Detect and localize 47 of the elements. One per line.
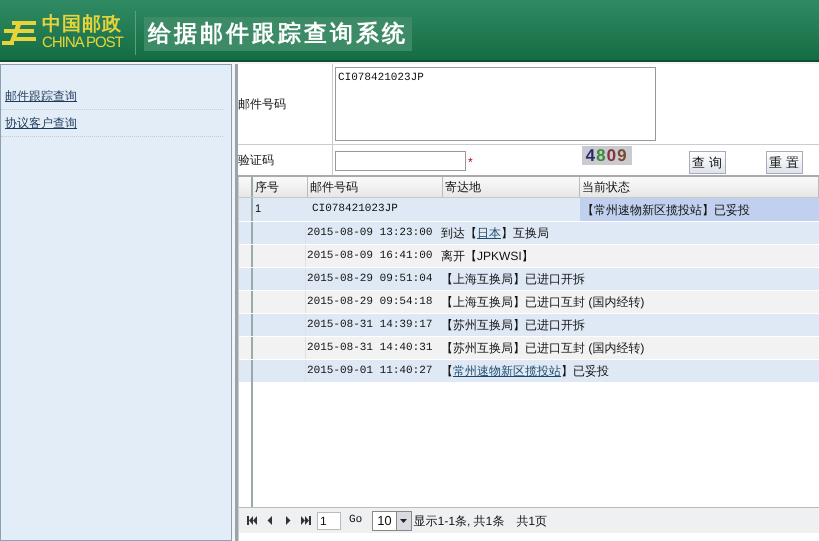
event-time: 2015-08-31 14:40:31 [306, 340, 434, 356]
column-header: 邮件号码 [308, 177, 443, 197]
table-cell-text: 1 [254, 202, 262, 218]
query-button[interactable]: 查 询 [688, 151, 726, 174]
event-description: 【上海互换局】已进口互封 (国内经转) [441, 294, 646, 311]
first-page-icon[interactable] [247, 516, 257, 525]
event-time: 2015-08-09 13:23:00 [306, 226, 434, 241]
required-mark: * [468, 154, 473, 171]
next-icon[interactable] [283, 516, 293, 525]
sidebar-link[interactable]: 协议客户查询 [5, 116, 77, 130]
location-link[interactable]: 常州速物新区揽投站 [453, 362, 561, 380]
event-description: 到达【日本】互换局 [441, 223, 550, 244]
captcha-label: 验证码 [238, 152, 274, 169]
record-summary: 显示1-1条, 共1条 [414, 512, 504, 530]
previous-icon[interactable] [265, 516, 275, 525]
event-description: 【苏州互换局】已进口开拆 [441, 317, 586, 334]
dropdown-icon [400, 518, 408, 522]
logo-english-text: CHINA POST [42, 34, 123, 50]
location-link[interactable]: 日本 [477, 224, 501, 242]
sidebar-link[interactable]: 邮件跟踪查询 [5, 89, 77, 103]
system-title: 给据邮件跟踪查询系统 [144, 16, 412, 52]
mail-number-label: 邮件号码 [238, 96, 286, 113]
page-number-field[interactable]: 1 [317, 512, 341, 530]
logo-chinese-text: 中国邮政 [42, 14, 123, 34]
event-time: 2015-08-09 16:41:00 [306, 248, 434, 264]
event-time: 2015-08-29 09:54:18 [306, 294, 434, 310]
event-description: 【上海互换局】已进口开拆 [441, 271, 586, 288]
status-cell: 【常州速物新区揽投站】已妥投 [580, 198, 819, 221]
column-header: 寄达地 [443, 177, 580, 197]
captcha-image: 4809 [582, 146, 632, 165]
table-cell-text: CI078421023JP [311, 202, 399, 218]
column-header: 当前状态 [580, 177, 819, 197]
mail-number-field[interactable]: CI078421023JP [335, 67, 656, 141]
page-size-select[interactable]: 10 [372, 510, 412, 530]
event-time: 2015-09-01 11:40:27 [306, 364, 434, 379]
event-time: 2015-08-29 09:51:04 [306, 272, 434, 287]
go-link[interactable]: Go [349, 512, 362, 529]
logo-icon [2, 19, 38, 47]
captcha-field[interactable] [335, 151, 466, 171]
event-time: 2015-08-31 14:39:17 [306, 318, 434, 333]
event-description: 【苏州互换局】已进口互封 (国内经转) [441, 340, 646, 357]
reset-button[interactable]: 重 置 [766, 151, 803, 174]
event-description: 离开【JPKWSI】 [441, 248, 535, 265]
event-description: 【常州速物新区揽投站】已妥投 [441, 361, 610, 382]
page-count: 共1页 [516, 512, 548, 530]
last-page-icon[interactable] [301, 516, 311, 525]
column-header: 序号 [253, 177, 308, 197]
